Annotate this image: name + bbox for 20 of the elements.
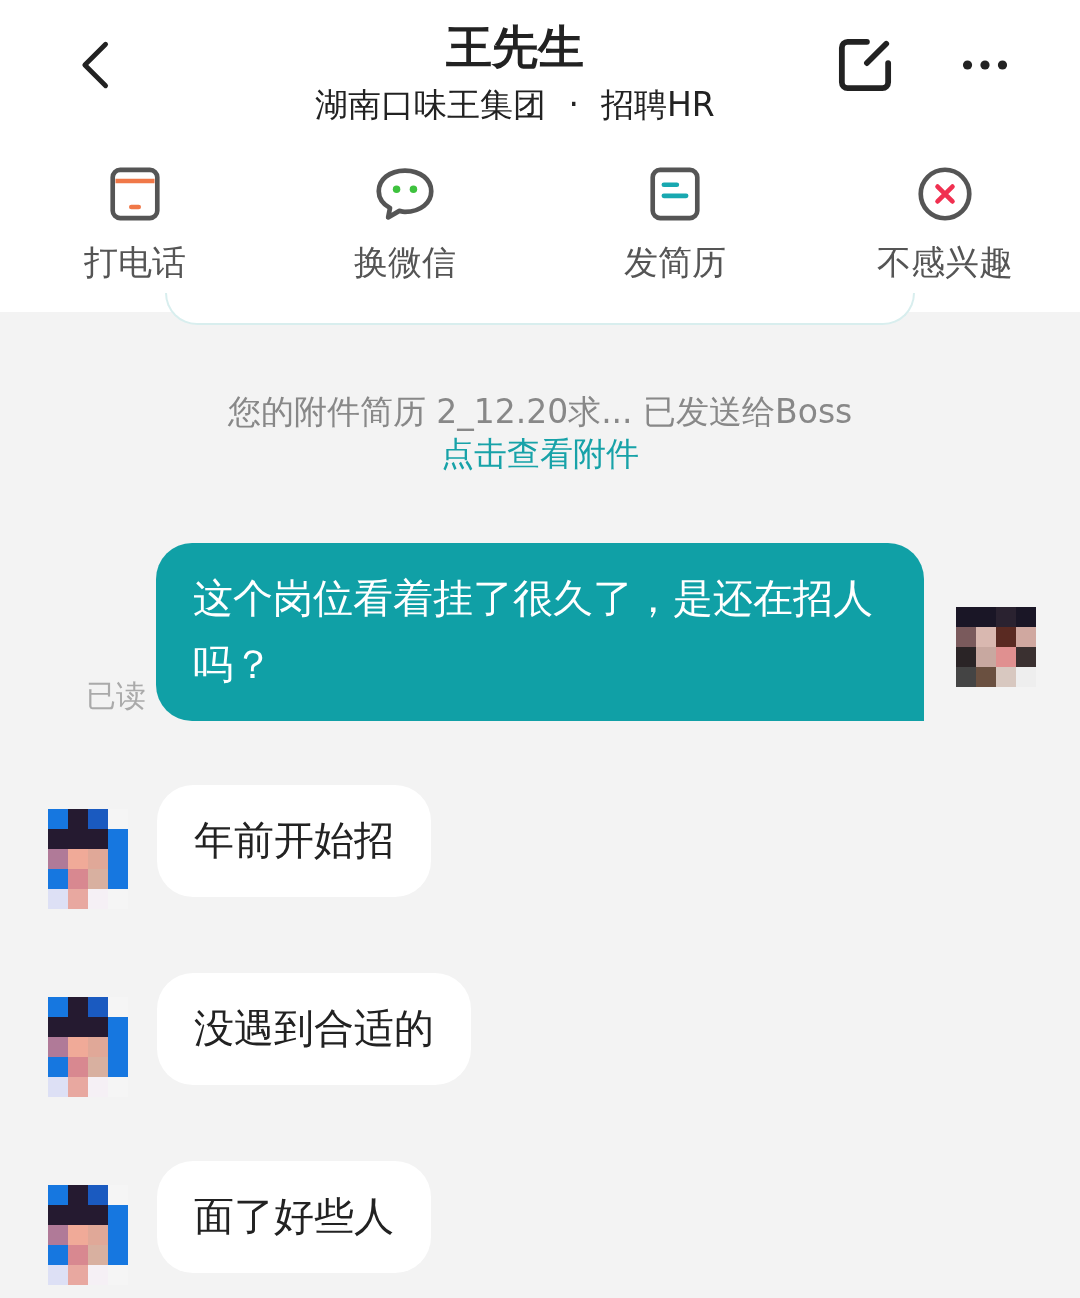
message-bubble: 面了好些人	[157, 1161, 431, 1273]
separator-dot: ·	[568, 85, 579, 124]
action-button[interactable]: 打电话	[0, 166, 270, 286]
document-icon	[649, 166, 701, 222]
message-bubble: 没遇到合适的	[157, 973, 471, 1085]
action-button[interactable]: 发简历	[540, 166, 810, 286]
action-button[interactable]: 换微信	[270, 166, 540, 286]
message-bubble: 这个岗位看着挂了很久了，是还在招人吗？	[156, 543, 924, 721]
edit-icon[interactable]	[838, 38, 892, 92]
close-icon	[915, 166, 975, 222]
phone-icon	[109, 166, 161, 222]
system-notice: 您的附件简历 2_12.20求... 已发送给Boss 点击查看附件	[226, 391, 854, 475]
read-status: 已读	[86, 677, 147, 715]
contact-name: 王先生	[445, 19, 585, 76]
job-role: 招聘HR	[600, 85, 715, 124]
action-button[interactable]: 不感兴趣	[810, 166, 1080, 286]
company-name: 湖南口味王集团	[315, 85, 547, 124]
chat-bubble-icon	[375, 166, 435, 222]
more-icon[interactable]	[962, 59, 1008, 71]
message-bubble: 年前开始招	[157, 785, 431, 897]
